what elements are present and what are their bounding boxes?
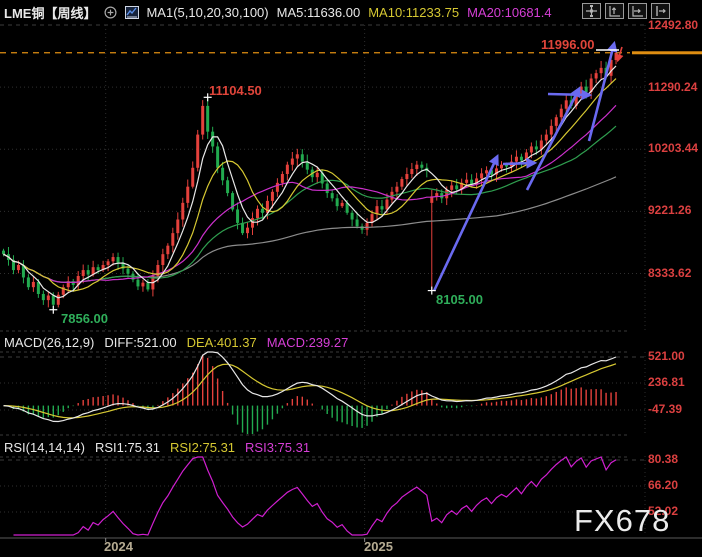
year-label-2025: 2025 (364, 539, 393, 554)
pane-shift-right-icon[interactable] (651, 3, 670, 19)
rsi-axis-label: 66.20 (648, 478, 702, 492)
crosshair-move-icon[interactable] (582, 3, 601, 19)
circle-plus-icon[interactable] (104, 6, 117, 19)
price-axis-label: 10203.44 (648, 141, 702, 155)
ma-settings-label: MA1(5,10,20,30,100) (146, 5, 268, 20)
ma-lines (4, 66, 617, 298)
crash-low-label: 8105.00 (436, 292, 483, 307)
chart-app-window: LME铜【周线】 MA1(5,10,20,30,100) MA5:11636.0… (0, 0, 702, 557)
ma10-value: MA10:11233.75 (368, 5, 459, 20)
low-price-label: 7856.00 (61, 311, 108, 326)
macd-title: MACD(26,12,9) (4, 335, 94, 350)
chart-toolbar (582, 3, 670, 19)
current-price-label: 11996.00 (541, 37, 595, 52)
ma20-value: MA20:10681.4 (467, 5, 552, 20)
rsi-axis-label: 80.38 (648, 452, 702, 466)
price-axis-label: 9221.26 (648, 203, 702, 217)
macd-diff-value: DIFF:521.00 (104, 335, 176, 350)
macd-axis-label: -47.39 (648, 402, 702, 416)
rsi1-value: RSI1:75.31 (95, 440, 160, 455)
rsi3-value: RSI3:75.31 (245, 440, 310, 455)
candles (2, 50, 618, 310)
price-axis-label: 11290.24 (648, 80, 702, 94)
macd-dea-value: DEA:401.37 (187, 335, 257, 350)
ma5-value: MA5:11636.00 (277, 5, 361, 20)
gridlines (0, 25, 702, 542)
macd-axis-label: 236.81 (648, 375, 702, 389)
rsi-header: RSI(14,14,14) RSI1:75.31 RSI2:75.31 RSI3… (4, 438, 310, 456)
rsi-title: RSI(14,14,14) (4, 440, 85, 455)
price-axis-label: 12492.80 (648, 18, 702, 32)
price-axis-label: 8333.62 (648, 266, 702, 280)
watermark: FX678 (574, 503, 670, 539)
rsi2-value: RSI2:75.31 (170, 440, 235, 455)
price-chart-canvas[interactable] (0, 0, 702, 557)
axis-scale-up-icon[interactable] (605, 3, 624, 19)
macd-axis-label: 521.00 (648, 349, 702, 363)
macd-value: MACD:239.27 (267, 335, 349, 350)
axis-scale-right-icon[interactable] (628, 3, 647, 19)
macd-panel-graphics (4, 352, 617, 434)
year-label-2024: 2024 (104, 539, 133, 554)
rsi-panel-graphics (14, 457, 617, 535)
chart-type-icon[interactable] (125, 6, 138, 19)
instrument-title: LME铜【周线】 (4, 3, 96, 22)
peak-price-label: 11104.50 (209, 83, 262, 98)
macd-header: MACD(26,12,9) DIFF:521.00 DEA:401.37 MAC… (4, 333, 348, 351)
